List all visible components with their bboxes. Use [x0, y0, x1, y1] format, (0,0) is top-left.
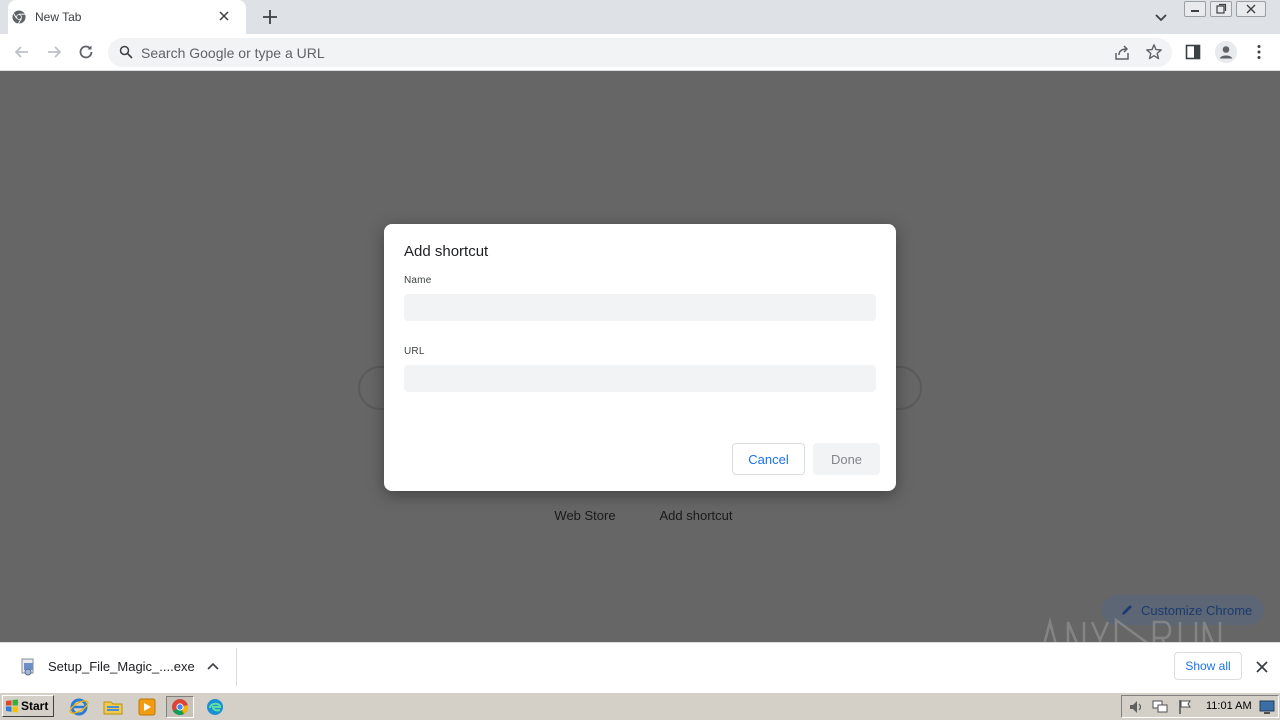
omnibox-placeholder: Search Google or type a URL — [141, 45, 325, 61]
download-item-filename[interactable]: Setup_File_Magic_....exe — [48, 659, 195, 674]
back-arrow-icon[interactable] — [12, 42, 32, 62]
url-field[interactable] — [404, 365, 876, 392]
clock[interactable]: 11:01 AM — [1206, 700, 1252, 712]
share-icon[interactable] — [1113, 44, 1131, 62]
star-icon[interactable] — [1145, 43, 1163, 61]
side-panel-icon[interactable] — [1185, 44, 1201, 60]
url-label: URL — [404, 346, 425, 357]
close-icon[interactable] — [216, 8, 232, 24]
chevron-up-icon[interactable] — [205, 659, 221, 675]
cancel-button[interactable]: Cancel — [732, 443, 805, 475]
reload-icon[interactable] — [76, 42, 96, 62]
name-label: Name — [404, 275, 432, 286]
done-button[interactable]: Done — [813, 443, 880, 475]
divider — [236, 648, 237, 686]
name-field[interactable] — [404, 294, 876, 321]
shortcut-add-shortcut: Add shortcut — [659, 508, 733, 523]
shortcut-web-store: Web Store — [554, 508, 616, 523]
close-icon — [1246, 4, 1256, 14]
profile-icon[interactable] — [1215, 41, 1237, 63]
media-player-icon[interactable] — [136, 696, 158, 718]
restore-button[interactable] — [1210, 1, 1232, 17]
tab-title: New Tab — [35, 10, 82, 24]
chrome-icon — [172, 699, 189, 715]
search-icon — [119, 45, 133, 59]
restore-icon — [1216, 3, 1227, 14]
minimize-icon — [1191, 10, 1199, 12]
close-icon[interactable] — [1254, 659, 1270, 675]
more-vert-icon[interactable] — [1250, 43, 1268, 61]
show-all-button[interactable]: Show all — [1174, 652, 1242, 680]
windows-logo-icon — [6, 699, 18, 713]
system-tray — [1121, 695, 1279, 718]
edge-icon[interactable] — [204, 696, 226, 718]
action-center-flag-icon[interactable] — [1177, 699, 1193, 715]
internet-explorer-icon[interactable] — [68, 696, 90, 718]
show-desktop-icon[interactable] — [1259, 699, 1275, 715]
chrome-taskbar-button[interactable] — [166, 696, 194, 718]
installer-file-icon — [21, 658, 34, 676]
dialog-title: Add shortcut — [404, 243, 489, 260]
volume-icon[interactable] — [1128, 699, 1144, 715]
file-explorer-icon[interactable] — [102, 696, 124, 718]
forward-arrow-icon[interactable] — [44, 42, 64, 62]
network-icon[interactable] — [1152, 699, 1168, 715]
window-close-button[interactable] — [1236, 1, 1266, 17]
minimize-button[interactable] — [1184, 1, 1206, 17]
chevron-down-icon[interactable] — [1152, 8, 1170, 26]
chrome-icon — [12, 10, 26, 24]
plus-icon[interactable] — [260, 7, 280, 27]
